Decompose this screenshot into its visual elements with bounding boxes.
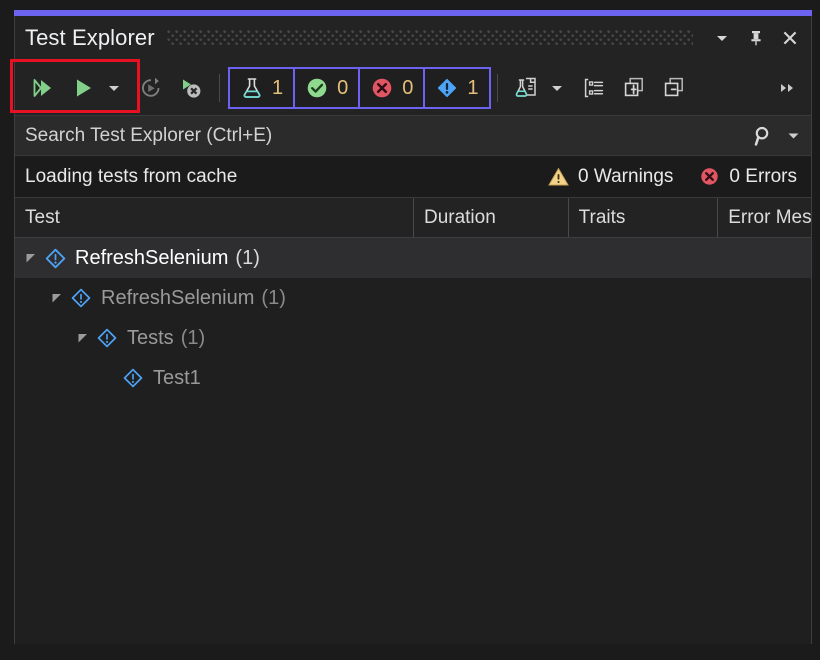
tree-row-count: (1) bbox=[261, 287, 285, 310]
close-icon bbox=[781, 29, 799, 47]
tree-row[interactable]: Tests (1) bbox=[15, 318, 811, 358]
tree-row[interactable]: RefreshSelenium (1) bbox=[15, 278, 811, 318]
view-controls-group bbox=[506, 68, 694, 108]
close-button[interactable] bbox=[773, 21, 807, 55]
column-header-traits[interactable]: Traits bbox=[569, 198, 719, 237]
badge-not-run-count: 1 bbox=[467, 78, 478, 98]
run-controls-group bbox=[15, 68, 125, 108]
search-bar bbox=[15, 116, 811, 156]
status-warnings-label: 0 Warnings bbox=[578, 166, 673, 188]
search-actions bbox=[747, 120, 811, 152]
page-title: Test Explorer bbox=[15, 25, 155, 51]
status-warnings[interactable]: 0 Warnings bbox=[548, 166, 673, 188]
expand-all-button[interactable] bbox=[614, 68, 654, 108]
test-toolbar: 1 0 bbox=[15, 60, 811, 116]
badge-not-run-tests[interactable]: 1 bbox=[423, 67, 490, 109]
status-errors[interactable]: 0 Errors bbox=[699, 166, 797, 188]
flask-icon bbox=[240, 76, 264, 100]
tree-row[interactable]: RefreshSelenium (1) bbox=[15, 238, 811, 278]
not-run-icon bbox=[95, 327, 119, 349]
chevron-down-icon bbox=[714, 30, 730, 46]
repeat-run-icon bbox=[138, 75, 164, 101]
collapse-all-icon bbox=[661, 75, 687, 101]
pin-icon bbox=[747, 29, 765, 47]
test-count-badges: 1 0 bbox=[228, 67, 489, 109]
tree-row-label: Tests bbox=[127, 327, 174, 350]
chevron-double-right-icon bbox=[777, 81, 797, 95]
error-circle-icon bbox=[370, 76, 394, 100]
search-button[interactable] bbox=[747, 120, 781, 152]
pin-button[interactable] bbox=[739, 21, 773, 55]
not-run-icon bbox=[43, 247, 67, 270]
tree-row-label: Test1 bbox=[153, 367, 201, 390]
group-by-icon bbox=[581, 75, 607, 101]
tree-row-count: (1) bbox=[181, 327, 205, 350]
badge-total-count: 1 bbox=[272, 78, 283, 98]
status-message: Loading tests from cache bbox=[25, 166, 237, 188]
test-tree: RefreshSelenium (1) RefreshSelenium (1) Te… bbox=[15, 238, 811, 644]
run-all-tests-button[interactable] bbox=[21, 68, 63, 108]
not-run-icon bbox=[69, 287, 93, 309]
status-errors-label: 0 Errors bbox=[729, 166, 797, 188]
rerun-controls-group bbox=[131, 68, 211, 108]
search-input[interactable] bbox=[15, 125, 747, 147]
chevron-down-icon bbox=[107, 81, 121, 95]
stop-run-icon bbox=[178, 75, 204, 101]
column-header-test[interactable]: Test bbox=[15, 198, 414, 237]
toolbar-separator-1 bbox=[219, 74, 220, 102]
tree-row-label: RefreshSelenium bbox=[75, 247, 228, 270]
test-explorer-window: Test Explorer bbox=[0, 0, 820, 660]
run-all-icon bbox=[29, 75, 55, 101]
tree-row[interactable]: Test1 bbox=[15, 358, 811, 398]
toolbar-overflow-button[interactable] bbox=[771, 68, 811, 108]
error-circle-icon bbox=[699, 166, 720, 187]
badge-passed-tests[interactable]: 0 bbox=[293, 67, 360, 109]
expand-collapse-triangle-icon[interactable] bbox=[49, 290, 65, 306]
expand-collapse-triangle-icon[interactable] bbox=[75, 330, 91, 346]
toolbar-separator-2 bbox=[497, 74, 498, 102]
play-icon bbox=[70, 75, 96, 101]
tree-row-count: (1) bbox=[235, 247, 259, 270]
check-circle-icon bbox=[305, 76, 329, 100]
column-header-error-message[interactable]: Error Mes bbox=[718, 198, 811, 237]
titlebar-drag-grip[interactable] bbox=[167, 30, 693, 46]
test-settings-flask-icon bbox=[513, 75, 539, 101]
not-run-icon bbox=[121, 367, 145, 389]
warning-icon bbox=[548, 166, 569, 187]
chevron-down-icon bbox=[787, 129, 800, 142]
search-icon bbox=[753, 125, 775, 147]
expand-collapse-triangle-icon[interactable] bbox=[23, 250, 39, 266]
badge-failed-tests[interactable]: 0 bbox=[358, 67, 425, 109]
run-dropdown-button[interactable] bbox=[103, 68, 125, 108]
search-dropdown-button[interactable] bbox=[783, 120, 803, 152]
status-counters: 0 Warnings 0 Errors bbox=[548, 166, 811, 188]
test-settings-dropdown-button[interactable] bbox=[546, 68, 568, 108]
badge-total-tests[interactable]: 1 bbox=[228, 67, 295, 109]
badge-failed-count: 0 bbox=[402, 78, 413, 98]
panel-titlebar: Test Explorer bbox=[15, 16, 811, 60]
chevron-down-icon bbox=[550, 81, 564, 95]
test-settings-button[interactable] bbox=[506, 68, 546, 108]
cancel-run-button[interactable] bbox=[171, 68, 211, 108]
tree-row-label: RefreshSelenium bbox=[101, 287, 254, 310]
badge-passed-count: 0 bbox=[337, 78, 348, 98]
status-strip: Loading tests from cache 0 Warnings bbox=[15, 156, 811, 198]
expand-all-icon bbox=[621, 75, 647, 101]
collapse-all-button[interactable] bbox=[654, 68, 694, 108]
not-run-icon bbox=[435, 76, 459, 100]
panel-dropdown-button[interactable] bbox=[705, 21, 739, 55]
repeat-last-run-button[interactable] bbox=[131, 68, 171, 108]
column-header-duration[interactable]: Duration bbox=[414, 198, 569, 237]
test-explorer-panel: Test Explorer bbox=[14, 16, 812, 644]
group-by-button[interactable] bbox=[574, 68, 614, 108]
run-button[interactable] bbox=[63, 68, 103, 108]
column-header-row: Test Duration Traits Error Mes bbox=[15, 198, 811, 238]
